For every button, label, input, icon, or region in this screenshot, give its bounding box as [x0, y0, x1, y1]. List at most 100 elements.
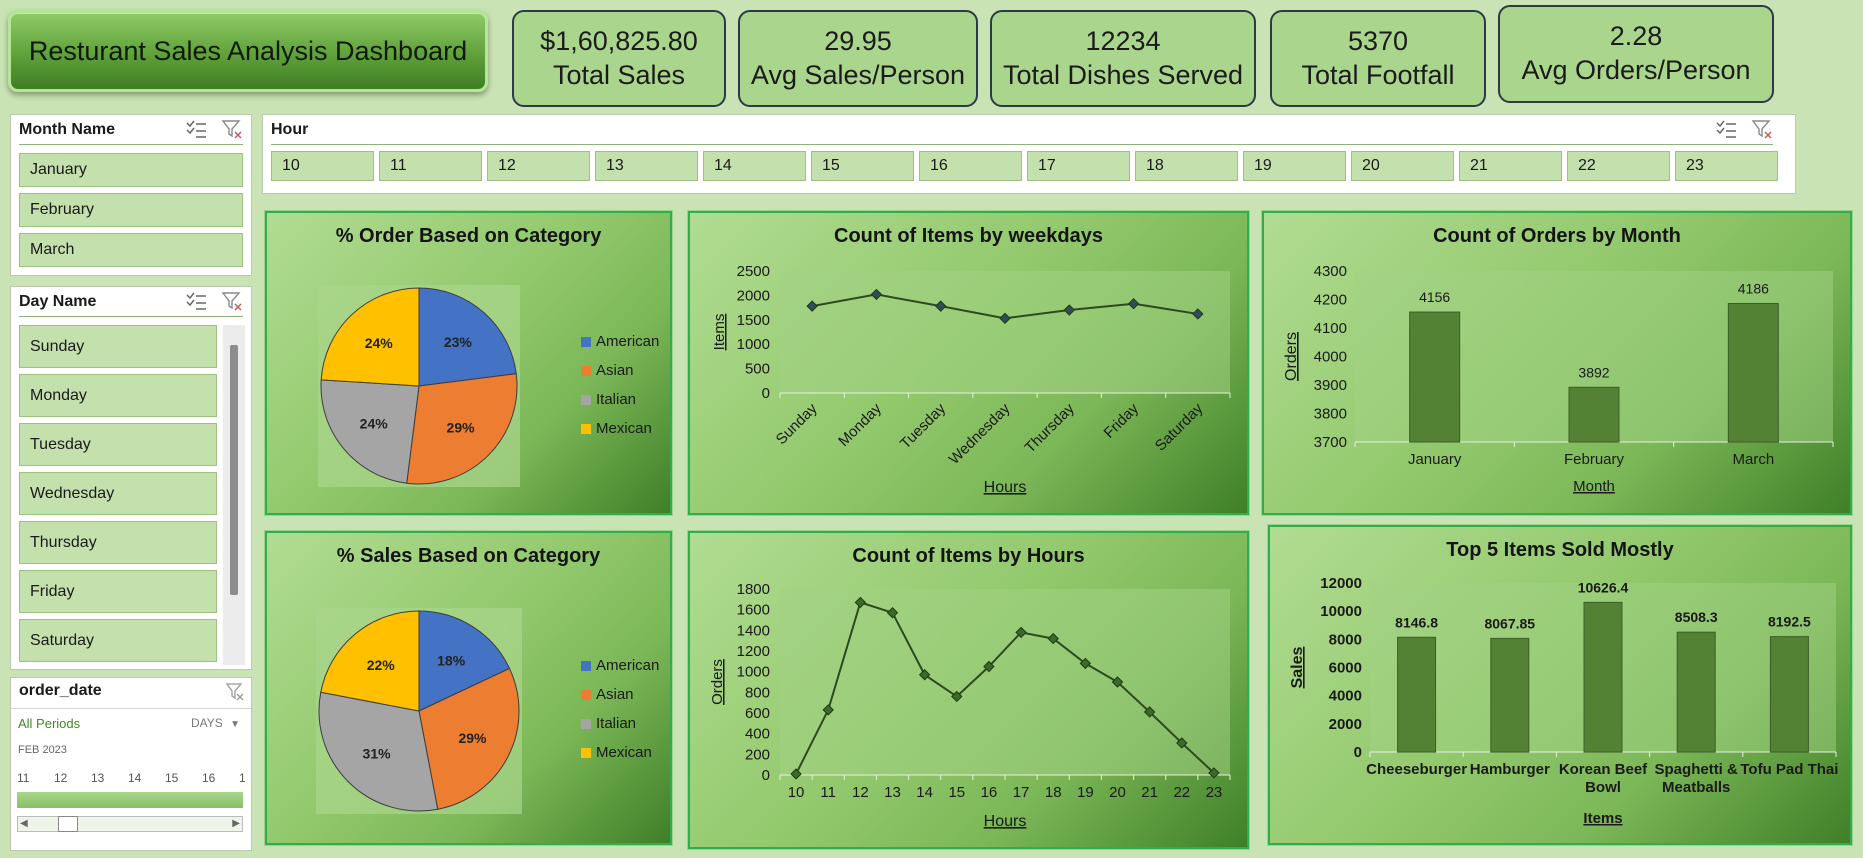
timeline-title: order_date — [19, 682, 102, 699]
timeline-days: 11 12 13 14 15 16 1 — [17, 771, 253, 785]
pie-data-label: 22% — [367, 657, 396, 673]
y-tick-label: 1500 — [737, 312, 770, 329]
slicer-item-friday[interactable]: Friday — [19, 570, 217, 613]
timeline-day[interactable]: 16 — [202, 771, 239, 785]
timeline-day[interactable]: 11 — [17, 771, 54, 785]
timeline-level-label: DAYS — [191, 716, 223, 730]
legend-label: Mexican — [596, 420, 652, 437]
bar-data-label: 8146.8 — [1395, 614, 1438, 630]
y-axis-title: Orders — [1283, 332, 1300, 381]
hour-item-13[interactable]: 13 — [595, 151, 698, 181]
hour-item-23[interactable]: 23 — [1675, 151, 1778, 181]
clear-filter-icon[interactable] — [1751, 119, 1773, 139]
timeline-day[interactable]: 12 — [54, 771, 91, 785]
x-axis-title: Hours — [984, 813, 1027, 830]
timeline-day[interactable]: 13 — [91, 771, 128, 785]
timeline-level-select[interactable]: DAYS ▼ — [191, 716, 240, 730]
timeline-period[interactable]: All Periods — [18, 716, 80, 731]
scrollbar-thumb[interactable] — [230, 345, 238, 595]
slicer-item-thursday[interactable]: Thursday — [19, 521, 217, 564]
bar[interactable] — [1568, 386, 1620, 443]
bar[interactable] — [1769, 636, 1809, 753]
x-tick-label: Saturday — [1152, 400, 1207, 455]
x-tick-label: Wednesday — [946, 400, 1014, 468]
legend-label: American — [596, 657, 660, 674]
x-tick-label: 12 — [852, 784, 869, 801]
x-tick-label: Spaghetti & — [1655, 761, 1739, 778]
slicer-item-saturday[interactable]: Saturday — [19, 619, 217, 662]
x-tick-label: Hamburger — [1470, 761, 1550, 778]
multi-select-icon[interactable] — [185, 119, 207, 139]
hour-item-12[interactable]: 12 — [487, 151, 590, 181]
clear-filter-icon[interactable] — [225, 682, 245, 707]
y-tick-label: 1600 — [737, 602, 770, 619]
hour-item-22[interactable]: 22 — [1567, 151, 1670, 181]
slicer-item-sunday[interactable]: Sunday — [19, 325, 217, 368]
chart-title: Count of Orders by Month — [1433, 225, 1681, 247]
kpi-label: Total Dishes Served — [1002, 59, 1244, 90]
y-tick-label: 0 — [762, 767, 770, 784]
y-axis-title: Orders — [709, 659, 726, 705]
x-axis-title: Items — [1583, 810, 1622, 827]
x-tick-label: 22 — [1173, 784, 1190, 801]
hour-item-19[interactable]: 19 — [1243, 151, 1346, 181]
y-tick-label: 1000 — [737, 664, 770, 681]
x-tick-label: 10 — [788, 784, 805, 801]
y-axis-title: Sales — [1289, 646, 1306, 688]
hour-item-20[interactable]: 20 — [1351, 151, 1454, 181]
bar-data-label: 8508.3 — [1675, 609, 1718, 625]
timeline-day[interactable]: 1 — [239, 771, 253, 785]
multi-select-icon[interactable] — [1715, 119, 1737, 139]
x-tick-label: Korean Beef — [1559, 761, 1648, 778]
timeline-scrollbar[interactable]: ◀ ▶ — [17, 816, 243, 832]
slicer-item-february[interactable]: February — [19, 193, 243, 227]
chart-svg: 3700 3800 3900 4000 4100 4200 4300 4156 January 3… — [1283, 263, 1834, 495]
slicer-scrollbar[interactable] — [223, 325, 245, 665]
hour-item-15[interactable]: 15 — [811, 151, 914, 181]
chart-order-category-pie: 23% 29% 24% 24% % Order Based on Category A… — [265, 211, 672, 515]
y-tick-label: 6000 — [1329, 660, 1362, 677]
x-tick-label: January — [1408, 451, 1462, 468]
bar[interactable] — [1676, 631, 1716, 753]
hour-item-17[interactable]: 17 — [1027, 151, 1130, 181]
hour-item-14[interactable]: 14 — [703, 151, 806, 181]
slicer-item-tuesday[interactable]: Tuesday — [19, 423, 217, 466]
legend-item-mexican: Mexican — [581, 744, 652, 761]
legend-swatch — [581, 718, 591, 729]
timeline-day[interactable]: 15 — [165, 771, 202, 785]
y-tick-label: 1400 — [737, 622, 770, 639]
hour-item-18[interactable]: 18 — [1135, 151, 1238, 181]
slicer-title: Month Name — [19, 121, 115, 138]
chart-orders-month-bar: 3700 3800 3900 4000 4100 4200 4300 4156 January 3… — [1262, 211, 1852, 515]
scroll-left-icon[interactable]: ◀ — [20, 818, 28, 829]
bar[interactable] — [1490, 637, 1530, 753]
timeline-day[interactable]: 14 — [128, 771, 165, 785]
scrollbar-thumb[interactable] — [58, 816, 78, 832]
slicer-item-wednesday[interactable]: Wednesday — [19, 472, 217, 515]
timeline-selection-bar[interactable] — [17, 792, 243, 808]
slicer-item-monday[interactable]: Monday — [19, 374, 217, 417]
bar[interactable] — [1727, 302, 1779, 443]
pie-data-label: 24% — [365, 335, 394, 351]
clear-filter-icon[interactable] — [221, 119, 243, 139]
scroll-right-icon[interactable]: ▶ — [232, 818, 240, 829]
bar[interactable] — [1397, 636, 1437, 753]
bar[interactable] — [1409, 311, 1461, 443]
hour-item-11[interactable]: 11 — [379, 151, 482, 181]
y-axis-title: Items — [711, 314, 728, 351]
y-tick-label: 2000 — [737, 287, 770, 304]
y-tick-label: 200 — [745, 746, 770, 763]
pie-data-label: 24% — [360, 415, 389, 431]
legend-swatch — [581, 660, 591, 671]
hour-item-16[interactable]: 16 — [919, 151, 1022, 181]
bar[interactable] — [1583, 601, 1623, 753]
clear-filter-icon[interactable] — [221, 291, 243, 311]
hour-item-21[interactable]: 21 — [1459, 151, 1562, 181]
chart-title: Count of Items by weekdays — [834, 225, 1103, 247]
pie-data-label: 29% — [447, 420, 476, 436]
multi-select-icon[interactable] — [185, 291, 207, 311]
slicer-item-january[interactable]: January — [19, 153, 243, 187]
kpi-avg-sales-person: 29.95 Avg Sales/Person — [738, 10, 978, 107]
slicer-item-march[interactable]: March — [19, 233, 243, 267]
hour-item-10[interactable]: 10 — [271, 151, 374, 181]
